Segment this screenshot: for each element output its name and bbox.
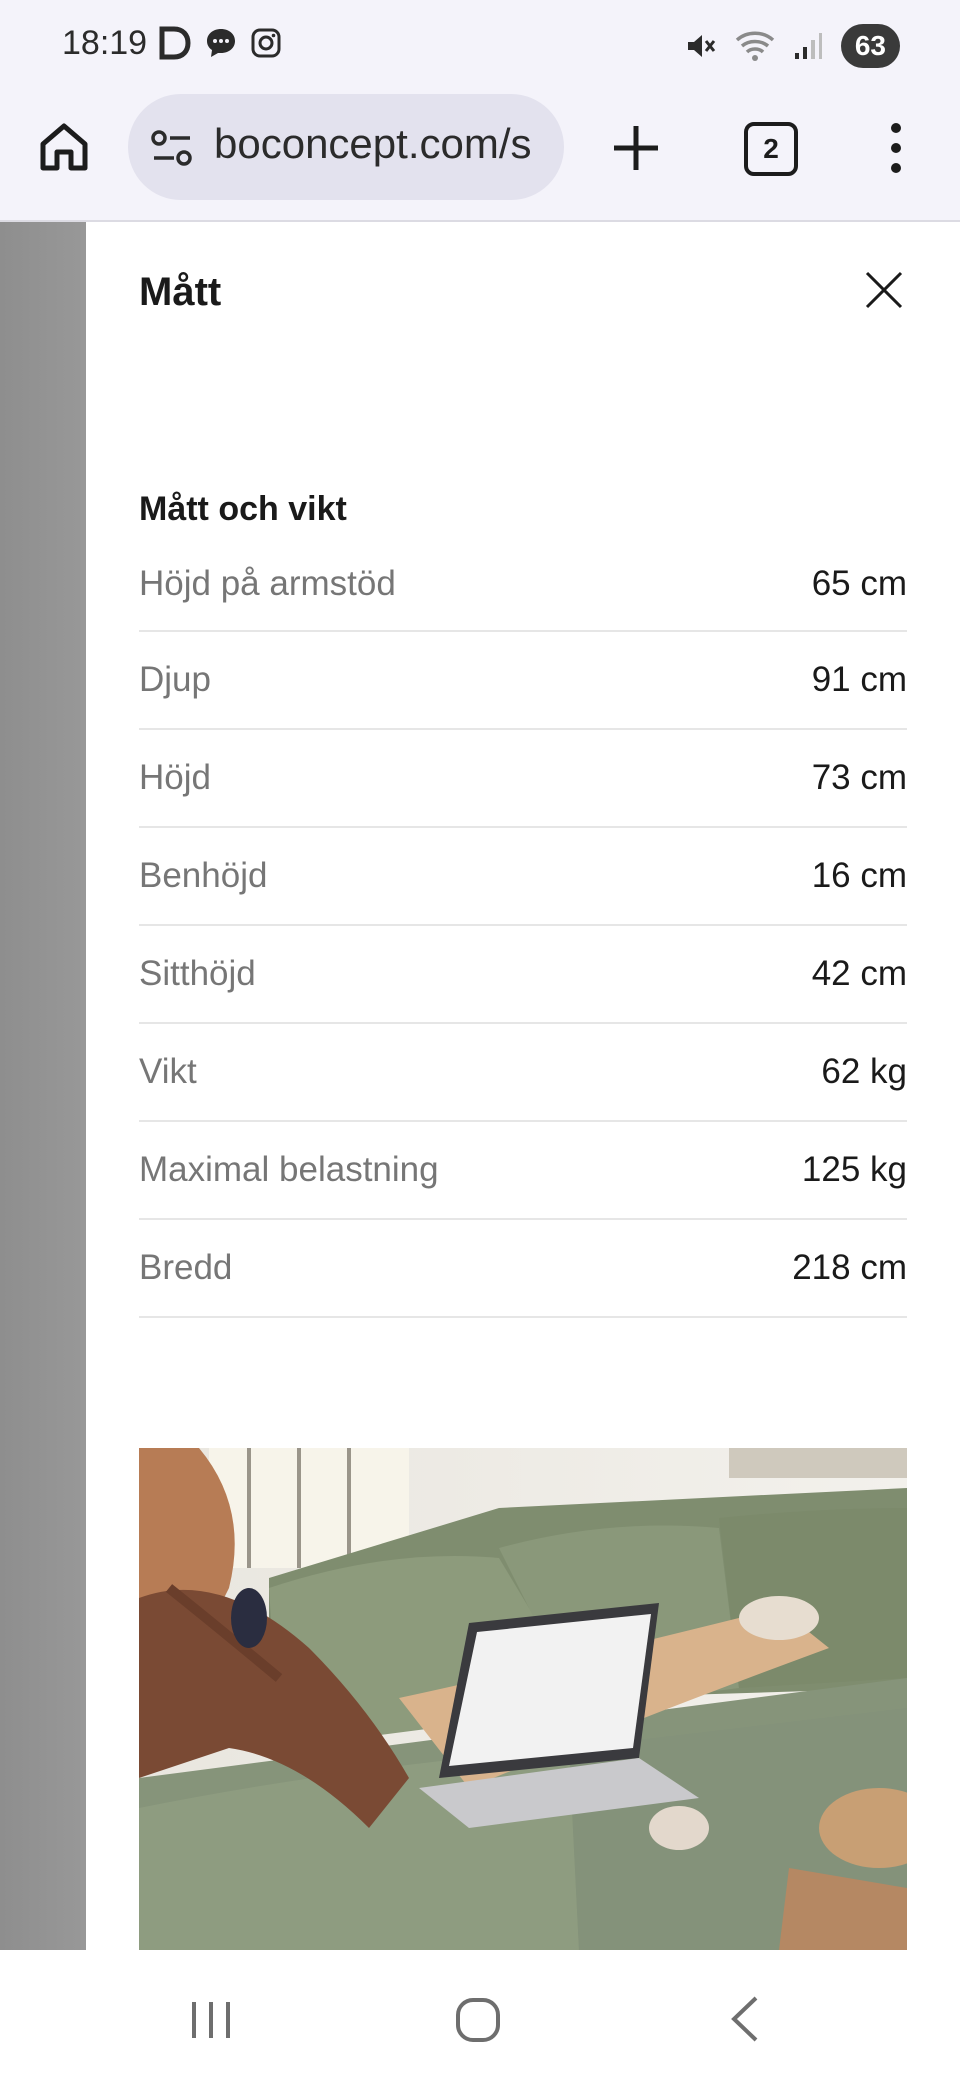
spec-row: Benhöjd 16 cm [139,828,907,926]
d-app-icon [159,26,191,60]
notification-icons [158,26,282,60]
tab-switcher-icon[interactable]: 2 [744,122,798,176]
spec-row: Höjd på armstöd 65 cm [139,538,907,632]
spec-row: Sitthöjd 42 cm [139,926,907,1024]
plus-icon[interactable] [608,120,664,176]
page-overlay[interactable] [0,222,86,1950]
spec-label: Vikt [139,1052,197,1091]
spec-label: Sitthöjd [139,954,256,993]
signal-icon [794,33,822,59]
spec-value: 73 cm [811,758,907,797]
close-icon[interactable] [864,270,904,310]
spec-row: Vikt 62 kg [139,1024,907,1122]
spec-row: Höjd 73 cm [139,730,907,828]
spec-value: 62 kg [821,1052,907,1091]
wifi-icon [735,31,775,61]
spec-label: Höjd [139,758,211,797]
spec-row: Djup 91 cm [139,632,907,730]
spec-label: Höjd på armstöd [139,564,396,603]
spec-label: Maximal belastning [139,1150,439,1189]
system-nav-bar [0,1950,960,2080]
section-heading: Mått och vikt [139,490,347,528]
status-bar: 18:19 63 [0,0,960,92]
spec-list: Höjd på armstöd 65 cm Djup 91 cm Höjd 73 cm… [139,538,907,1318]
spec-row: Bredd 218 cm [139,1220,907,1318]
lifestyle-photo [139,1448,907,1950]
spec-value: 91 cm [811,660,907,699]
home-icon[interactable] [36,118,92,174]
spec-value: 218 cm [792,1248,907,1287]
instagram-icon [251,28,281,58]
spec-value: 125 kg [801,1150,907,1189]
battery-indicator: 63 [840,24,900,68]
address-bar[interactable]: boconcept.com/s [128,94,564,200]
dimensions-drawer: Mått Mått och vikt Höjd på armstöd 65 cm … [86,222,960,1950]
back-icon[interactable] [728,1994,762,2044]
more-vert-icon[interactable] [880,116,912,180]
browser-toolbar: boconcept.com/s 2 [0,92,960,222]
system-indicators: 63 [685,24,900,68]
spec-row: Maximal belastning 125 kg [139,1122,907,1220]
recents-icon[interactable] [188,1998,234,2042]
spec-value: 42 cm [811,954,907,993]
site-settings-icon[interactable] [150,128,194,168]
home-circle-icon[interactable] [454,1996,502,2044]
chat-bubble-icon [207,29,235,57]
spec-value: 16 cm [811,856,907,895]
spec-label: Djup [139,660,211,699]
drawer-title: Mått [139,270,222,314]
url-text[interactable]: boconcept.com/s [214,120,532,168]
status-time: 18:19 [62,24,148,62]
mute-icon [687,35,716,57]
spec-value: 65 cm [811,564,907,603]
spec-label: Bredd [139,1248,233,1287]
spec-label: Benhöjd [139,856,268,895]
